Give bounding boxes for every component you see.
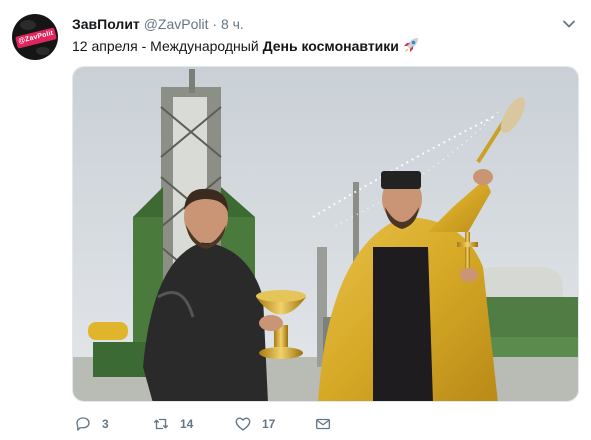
envelope-icon xyxy=(315,418,331,430)
avatar-label: @ZavPolit xyxy=(17,29,55,46)
direct-message-button[interactable] xyxy=(314,412,332,436)
retweet-button[interactable]: 14 xyxy=(152,412,193,436)
reply-icon xyxy=(76,417,90,431)
avatar-logo: @ZavPolit xyxy=(15,27,57,49)
tweet-text-prefix: 12 апреля - Международный xyxy=(72,38,263,54)
tweet[interactable]: @ZavPolit ЗавПолит @ZavPolit · 8 ч. 12 а… xyxy=(0,0,591,440)
author-avatar[interactable]: @ZavPolit xyxy=(12,14,58,60)
tweet-photo[interactable] xyxy=(72,66,579,402)
tweet-text: 12 апреля - Международный День космонавт… xyxy=(72,36,420,59)
avatar-shape xyxy=(36,47,50,55)
tweet-actions: 3 14 17 xyxy=(72,412,372,436)
author-handle[interactable]: @ZavPolit xyxy=(144,16,209,32)
reply-button[interactable]: 3 xyxy=(74,412,109,436)
like-count: 17 xyxy=(262,417,276,431)
tweet-text-bold: День космонавтики xyxy=(262,38,399,54)
separator: · xyxy=(212,16,218,32)
author-name[interactable]: ЗавПолит xyxy=(72,16,140,32)
retweet-count: 14 xyxy=(180,417,194,431)
tweet-timestamp[interactable]: 8 ч. xyxy=(221,16,244,32)
retweet-icon xyxy=(153,418,169,430)
rocket-icon xyxy=(402,36,420,59)
like-button[interactable]: 17 xyxy=(234,412,275,436)
more-options-chevron-down-icon[interactable] xyxy=(561,16,577,32)
reply-count: 3 xyxy=(102,417,109,431)
heart-icon xyxy=(235,417,251,431)
avatar-shape xyxy=(20,20,36,30)
tweet-header: ЗавПолит @ZavPolit · 8 ч. xyxy=(72,14,244,34)
